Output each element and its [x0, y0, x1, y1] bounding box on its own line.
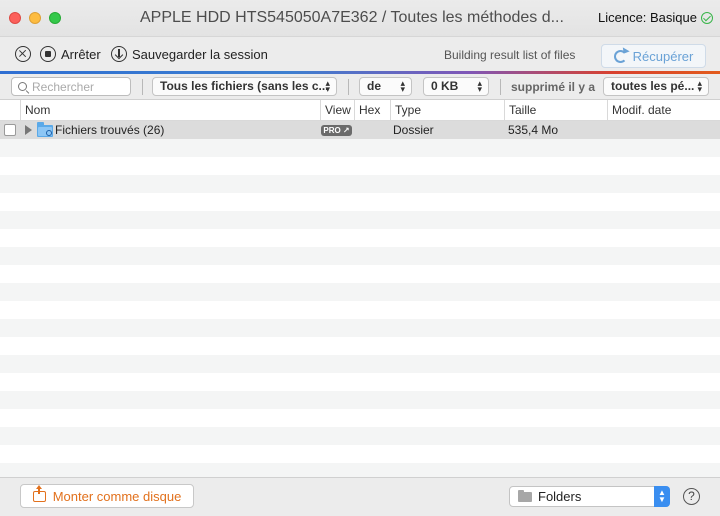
search-box[interactable] — [11, 77, 131, 96]
chevron-updown-icon — [477, 80, 482, 92]
size-select[interactable]: 0 KB — [423, 77, 489, 96]
column-header-hex[interactable]: Hex — [354, 100, 390, 121]
toolbar: Arrêter Sauvegarder la session Building … — [0, 36, 720, 72]
close-circle-icon — [15, 46, 31, 62]
search-input[interactable] — [32, 79, 122, 94]
close-window-button[interactable] — [9, 12, 21, 24]
stop-circle-icon — [40, 46, 56, 62]
chevron-updown-icon — [325, 80, 330, 92]
chevron-updown-icon — [654, 486, 670, 507]
cancel-button[interactable] — [15, 46, 31, 62]
licence-status[interactable]: Licence: Basique — [598, 10, 713, 25]
row-name: Fichiers trouvés (26) — [55, 123, 165, 137]
column-header-type[interactable]: Type — [390, 100, 504, 121]
zoom-window-button[interactable] — [49, 12, 61, 24]
chevron-updown-icon — [697, 80, 702, 92]
mount-as-disk-button[interactable]: Monter comme disque — [20, 484, 194, 508]
column-header-view[interactable]: View — [320, 100, 354, 121]
checkmark-circle-icon — [701, 11, 713, 24]
refresh-icon — [613, 49, 627, 63]
mount-label: Monter comme disque — [52, 488, 182, 504]
download-circle-icon — [111, 46, 127, 62]
folder-icon — [518, 489, 532, 502]
column-header-modified[interactable]: Modif. date — [607, 100, 720, 121]
row-size: 535,4 Mo — [508, 123, 559, 137]
divider — [348, 79, 349, 95]
window-title: APPLE HDD HTS545050A7E362 / Toutes les m… — [140, 9, 564, 26]
table-row[interactable]: Fichiers trouvés (26) PRO ↗ Dossier 535,… — [0, 121, 720, 139]
licence-label: Licence: Basique — [597, 10, 697, 25]
title-bar: APPLE HDD HTS545050A7E362 / Toutes les m… — [0, 0, 720, 36]
size-value: 0 KB — [431, 79, 459, 93]
scan-status-text: Building result list of files — [444, 48, 576, 62]
divider — [500, 79, 501, 95]
recover-button[interactable]: Récupérer — [601, 44, 706, 68]
filter-bar: Tous les fichiers (sans les c... de 0 KB… — [0, 74, 720, 100]
file-type-value: Tous les fichiers (sans les c... — [160, 79, 329, 93]
view-mode-select[interactable]: Folders — [509, 486, 670, 507]
table-header: Nom View Hex Type Taille Modif. date — [0, 100, 720, 121]
search-icon — [18, 82, 27, 91]
row-checkbox[interactable] — [4, 124, 16, 136]
results-list[interactable]: Fichiers trouvés (26) PRO ↗ Dossier 535,… — [0, 121, 720, 477]
minimize-window-button[interactable] — [29, 12, 41, 24]
save-session-button[interactable]: Sauvegarder la session — [111, 46, 268, 62]
app-window: APPLE HDD HTS545050A7E362 / Toutes les m… — [0, 0, 720, 516]
stop-label: Arrêter — [61, 46, 101, 62]
found-folder-icon — [37, 122, 53, 137]
recover-label: Récupérer — [632, 48, 694, 64]
mount-disk-icon — [32, 484, 46, 502]
divider — [142, 79, 143, 95]
file-type-select[interactable]: Tous les fichiers (sans les c... — [152, 77, 337, 96]
footer-bar: Monter comme disque Folders ? — [0, 477, 720, 516]
column-header-size[interactable]: Taille — [504, 100, 607, 121]
size-operator-value: de — [367, 79, 382, 93]
row-type: Dossier — [393, 123, 434, 137]
size-operator-select[interactable]: de — [359, 77, 412, 96]
chevron-updown-icon — [400, 80, 405, 92]
deleted-label: supprimé il y a — [511, 80, 596, 94]
disclosure-triangle-icon[interactable] — [25, 125, 32, 135]
period-select[interactable]: toutes les pé... — [603, 77, 709, 96]
save-session-label: Sauvegarder la session — [132, 46, 268, 62]
stop-button[interactable]: Arrêter — [40, 46, 101, 62]
view-mode-value: Folders — [538, 489, 582, 504]
pro-badge[interactable]: PRO ↗ — [321, 125, 352, 136]
period-value: toutes les pé... — [611, 79, 695, 93]
column-header-name[interactable]: Nom — [20, 100, 320, 121]
help-button[interactable]: ? — [683, 488, 700, 505]
